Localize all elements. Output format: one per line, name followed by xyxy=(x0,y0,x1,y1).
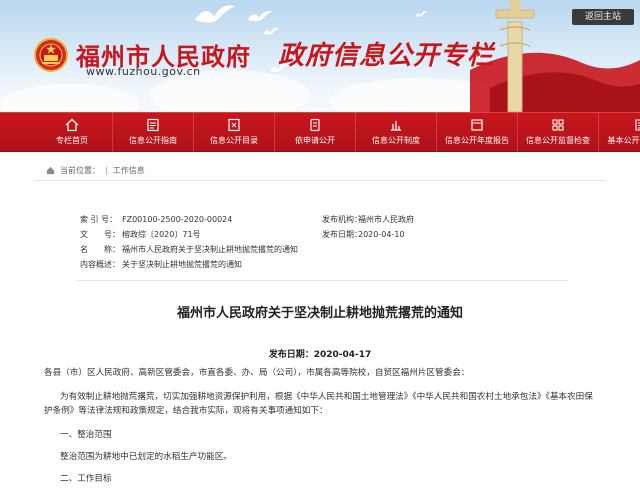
meta-index-label: 索 引 号： xyxy=(80,215,118,224)
rules-icon xyxy=(634,119,640,131)
nav-item-apply[interactable]: 依申请公开 xyxy=(275,113,356,153)
nav-item-system[interactable]: 信息公开制度 xyxy=(356,113,437,153)
meta-docno-value: 榕政综〔2020〕71号 xyxy=(122,230,201,239)
home-icon xyxy=(46,166,55,175)
guide-icon xyxy=(147,118,159,132)
home-icon xyxy=(65,118,79,132)
nav-item-report[interactable]: 信息公开年度报告 xyxy=(437,113,518,153)
dove-icon xyxy=(414,10,428,18)
meta-index: 索 引 号： FZ00100-2500-2020-00024 xyxy=(80,214,232,226)
nav-label: 信息公开年度报告 xyxy=(445,136,509,145)
meta-docno-label: 文 号： xyxy=(80,230,120,239)
meta-date-label: 发布日期： xyxy=(322,230,362,239)
national-emblem-icon xyxy=(34,38,68,72)
meta-publisher: 发布机构：福州市人民政府 xyxy=(322,214,414,226)
inspect-icon xyxy=(552,119,564,131)
cloud-decoration xyxy=(0,84,140,112)
nav-label: 依申请公开 xyxy=(295,136,335,145)
article-pubdate: 发布日期：2020-04-17 xyxy=(268,350,372,360)
breadcrumb-current[interactable]: 工作信息 xyxy=(113,161,145,181)
nav-label: 信息公开制度 xyxy=(372,136,420,145)
catalog-icon xyxy=(228,118,240,132)
nav-label: 信息公开目录 xyxy=(210,136,258,145)
nav-label: 信息公开指南 xyxy=(129,136,177,145)
nav-label: 信息公开监督检查 xyxy=(526,136,590,145)
meta-summary: 内容概述： 关于坚决制止耕地抛荒撂荒的通知 xyxy=(80,259,242,271)
dove-icon xyxy=(246,10,274,22)
apply-icon xyxy=(310,118,320,132)
meta-docno: 文 号： 榕政综〔2020〕71号 xyxy=(80,229,201,241)
system-icon xyxy=(391,121,401,131)
meta-name: 名 称： 福州市人民政府关于坚决制止耕地抛荒撂荒的通知 xyxy=(80,244,298,256)
meta-index-value: FZ00100-2500-2020-00024 xyxy=(122,215,233,224)
report-icon xyxy=(471,119,483,131)
article-section-heading: 一、整治范围 xyxy=(60,430,112,440)
nav-label: 基本公开制度规定 xyxy=(607,136,640,145)
meta-name-label: 名 称： xyxy=(80,245,120,254)
article-paragraph: 整治范围为耕地中已划定的水稻生产功能区。 xyxy=(60,452,232,462)
meta-date-value: 2020-04-10 xyxy=(358,230,405,239)
nav-label: 专栏首页 xyxy=(56,136,88,145)
meta-divider xyxy=(76,280,568,281)
site-url: www.fuzhou.gov.cn xyxy=(86,65,201,78)
nav-item-home[interactable]: 专栏首页 xyxy=(32,113,113,153)
portal-title: 政府信息公开专栏 xyxy=(278,41,495,71)
nav-item-rules[interactable]: 基本公开制度规定 xyxy=(599,113,640,153)
article-section-heading: 二、工作目标 xyxy=(60,474,112,484)
meta-publisher-label: 发布机构： xyxy=(322,215,362,224)
article-paragraph: 为有效制止耕地抛荒撂荒，切实加强耕地资源保护利用，根据《中华人民共和国土地管理法… xyxy=(44,392,593,416)
article-title: 福州市人民政府关于坚决制止耕地抛荒撂荒的通知 xyxy=(176,306,463,321)
breadcrumb-location-label: 当前位置： xyxy=(60,165,100,175)
meta-summary-label: 内容概述： xyxy=(80,260,120,269)
nav-item-catalog[interactable]: 信息公开目录 xyxy=(194,113,275,153)
meta-date: 发布日期：2020-04-10 xyxy=(322,229,405,241)
dove-icon xyxy=(193,4,237,24)
main-nav: 专栏首页 信息公开指南 信息公开目录 依申请公开 信息公开制度 信息公开年度报告… xyxy=(0,112,640,153)
huabiao-pillar-icon xyxy=(470,0,640,112)
meta-summary-value: 关于坚决制止耕地抛荒撂荒的通知 xyxy=(122,260,242,269)
meta-publisher-value: 福州市人民政府 xyxy=(358,215,414,224)
article-paragraph: 各县（市）区人民政府、高新区管委会，市直各委、办、局（公司），市属各高等院校，自… xyxy=(44,368,470,378)
document-meta: 索 引 号： FZ00100-2500-2020-00024 发布机构：福州市人民… xyxy=(76,210,568,272)
nav-item-inspect[interactable]: 信息公开监督检查 xyxy=(518,113,599,153)
breadcrumb: 当前位置： | 工作信息 xyxy=(34,161,606,181)
nav-item-guide[interactable]: 信息公开指南 xyxy=(113,113,194,153)
breadcrumb-separator: | xyxy=(105,165,108,175)
header-banner: 返回主站 福州市人民政府 www.fuzhou.gov.cn 政府信息公开专栏 xyxy=(0,0,640,112)
meta-name-value: 福州市人民政府关于坚决制止耕地抛荒撂荒的通知 xyxy=(122,245,298,254)
